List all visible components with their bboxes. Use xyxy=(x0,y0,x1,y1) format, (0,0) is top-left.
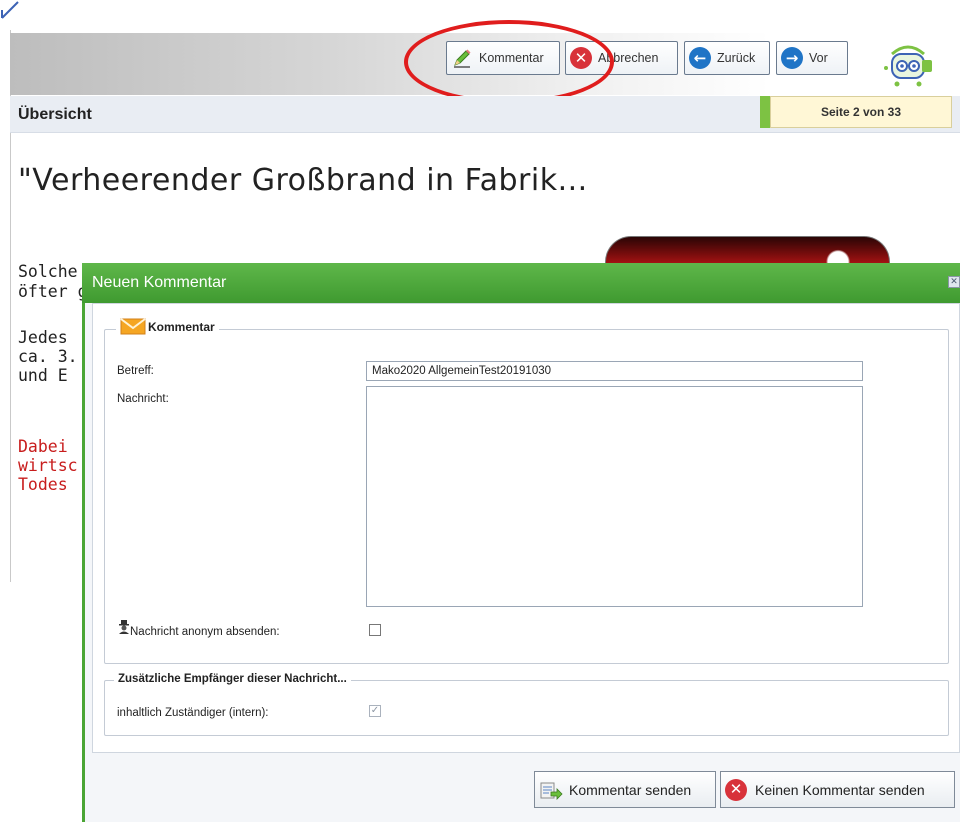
page-progress-marker xyxy=(760,96,770,128)
red-x-circle-icon: ✕ xyxy=(725,778,747,801)
responsible-label: inhaltlich Zuständiger (intern): xyxy=(117,707,269,719)
app-logo xyxy=(884,45,932,87)
page-headline: "Verheerender Großbrand in Fabrik... xyxy=(18,163,588,198)
close-icon[interactable]: ✕ xyxy=(948,276,960,288)
blue-right-arrow-icon: → xyxy=(781,47,803,69)
anonymous-checkbox[interactable] xyxy=(369,624,381,636)
responsible-checkbox[interactable]: ✓ xyxy=(369,705,381,717)
message-label: Nachricht: xyxy=(117,393,169,405)
overview-title: Übersicht xyxy=(18,106,92,123)
send-comment-button[interactable]: Kommentar senden xyxy=(534,771,716,808)
content-fragment-2: öfter g xyxy=(18,282,88,301)
content-fragment-4: ca. 3. xyxy=(18,347,78,366)
blue-left-arrow-icon: ← xyxy=(689,47,711,69)
subject-label: Betreff: xyxy=(117,365,154,377)
recipients-legend: Zusätzliche Empfänger dieser Nachricht..… xyxy=(114,673,351,685)
back-button-label: Zurück xyxy=(717,51,756,65)
forward-button[interactable]: → Vor xyxy=(776,41,848,75)
page-indicator: Seite 2 von 33 xyxy=(770,96,952,128)
content-fragment-8: Todes xyxy=(18,475,68,494)
content-fragment-3: Jedes xyxy=(18,328,68,347)
cancel-button[interactable]: ✕ Abbrechen xyxy=(565,41,678,75)
no-comment-button[interactable]: ✕ Keinen Kommentar senden xyxy=(720,771,955,808)
back-button[interactable]: ← Zurück xyxy=(684,41,770,75)
content-fragment-6: Dabei xyxy=(18,437,68,456)
content-fragment-1: Solche xyxy=(18,262,78,281)
message-textarea[interactable] xyxy=(366,386,863,607)
anonymous-label: Nachricht anonym absenden: xyxy=(130,626,280,638)
anonymous-user-icon xyxy=(119,620,129,634)
article-image xyxy=(605,236,890,266)
send-comment-icon xyxy=(540,782,563,800)
comment-button-label: Kommentar xyxy=(479,51,544,65)
content-fragment-7: wirtsc xyxy=(18,456,78,475)
content-fragment-5: und E xyxy=(18,366,68,385)
cancel-button-label: Abbrechen xyxy=(598,51,659,65)
corner-arrow-mark xyxy=(1,1,19,19)
comment-legend-label: Kommentar xyxy=(148,319,215,334)
pencil-icon xyxy=(451,47,473,69)
comment-button[interactable]: Kommentar xyxy=(446,41,560,75)
no-comment-label: Keinen Kommentar senden xyxy=(755,781,925,798)
dialog-title: Neuen Kommentar xyxy=(92,274,227,291)
forward-button-label: Vor xyxy=(809,51,828,65)
red-x-circle-icon: ✕ xyxy=(570,47,592,69)
send-comment-label: Kommentar senden xyxy=(569,781,692,798)
subject-input[interactable] xyxy=(366,361,863,381)
envelope-icon xyxy=(120,318,146,335)
comment-legend: Kommentar xyxy=(116,318,219,335)
